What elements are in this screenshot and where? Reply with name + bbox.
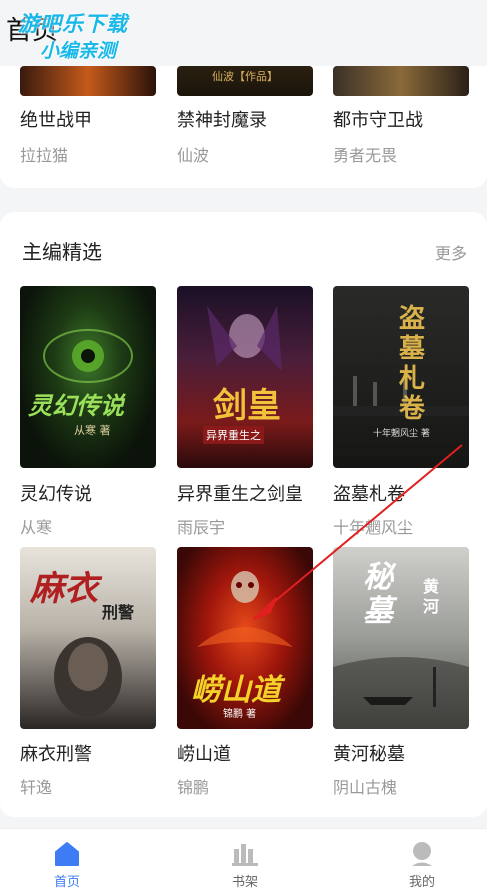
cover-text: 麻衣 [30,569,98,609]
book-cover[interactable]: 麻衣 刑警 [20,547,156,729]
recommend-card: 仙波【作品】 绝世战甲 拉拉猫 禁神封魔录 仙波 都市守卫战 勇者无畏 [0,66,487,188]
book-cover[interactable]: 仙波【作品】 [177,66,313,96]
book-title[interactable]: 灵幻传说 [20,480,92,506]
tab-profile[interactable]: 我的 [367,829,477,893]
cover-sub: 黄河 [423,577,440,616]
book-author: 锦鹏 [177,778,210,797]
cover-text: 仙波【作品】 [212,70,278,83]
book-cover[interactable]: 崂山道 锦鹏 著 [177,547,313,729]
book-title[interactable]: 禁神封魔录 [177,106,267,132]
book-author: 勇者无畏 [333,146,398,165]
more-link[interactable]: 更多 [435,240,467,264]
cover-sub: 异界重生之 [203,426,264,444]
cover-sub: 刑警 [102,603,135,622]
cover-text: 盗墓札卷 [399,304,426,424]
header: 首页 游吧乐下载 小编亲测 [0,0,487,70]
profile-icon [412,842,432,866]
home-icon [55,842,79,866]
book-title[interactable]: 崂山道 [177,740,231,766]
watermark-line1: 游吧乐下载 [18,12,128,36]
cover-text: 崂山道 [191,673,281,708]
book-title[interactable]: 绝世战甲 [20,106,92,132]
book-cover[interactable]: 秘墓 黄河 [333,547,469,729]
book-cover[interactable]: 灵幻传说 从寒 著 [20,286,156,468]
book-title[interactable]: 异界重生之剑皇 [177,480,303,506]
tab-label: 首页 [53,875,80,890]
bottom-tab-bar: 首页 书架 我的 [0,828,487,893]
book-author: 拉拉猫 [20,146,69,165]
book-author: 轩逸 [20,778,53,797]
editor-picks-section: 主编精选 更多 灵幻传说 从寒 著 剑皇 异界重生之 盗墓札卷 十年魍风尘 著 … [0,212,487,817]
book-author: 从寒 [20,518,53,537]
watermark: 游吧乐下载 小编亲测 [18,8,148,66]
watermark-line2: 小编亲测 [40,40,117,62]
book-cover[interactable]: 剑皇 异界重生之 [177,286,313,468]
cover-text: 灵幻传说 [28,392,124,420]
eye-icon [43,329,133,383]
book-author: 仙波 [177,146,210,165]
book-title[interactable]: 麻衣刑警 [20,740,92,766]
book-title[interactable]: 都市守卫战 [333,106,423,132]
tab-label: 书架 [231,875,258,890]
tab-bookshelf[interactable]: 书架 [190,829,300,893]
book-cover[interactable] [333,66,469,96]
cover-sub: 十年魍风尘 著 [373,429,430,439]
book-author: 雨辰宇 [177,518,226,537]
book-author: 阴山古槐 [333,778,398,797]
book-title[interactable]: 黄河秘墓 [333,740,405,766]
cover-text: 剑皇 [213,386,281,426]
tab-label: 我的 [408,875,435,890]
section-title: 主编精选 [22,240,102,264]
cover-sub: 锦鹏 著 [223,709,257,720]
book-cover[interactable]: 盗墓札卷 十年魍风尘 著 [333,286,469,468]
book-author: 十年魍风尘 [333,518,414,537]
tab-home[interactable]: 首页 [12,829,122,893]
book-title[interactable]: 盗墓札卷 [333,480,405,506]
cover-sub: 从寒 著 [74,424,111,437]
bookshelf-icon [232,844,258,866]
cover-text: 秘墓 [363,560,393,629]
book-cover[interactable] [20,66,156,96]
